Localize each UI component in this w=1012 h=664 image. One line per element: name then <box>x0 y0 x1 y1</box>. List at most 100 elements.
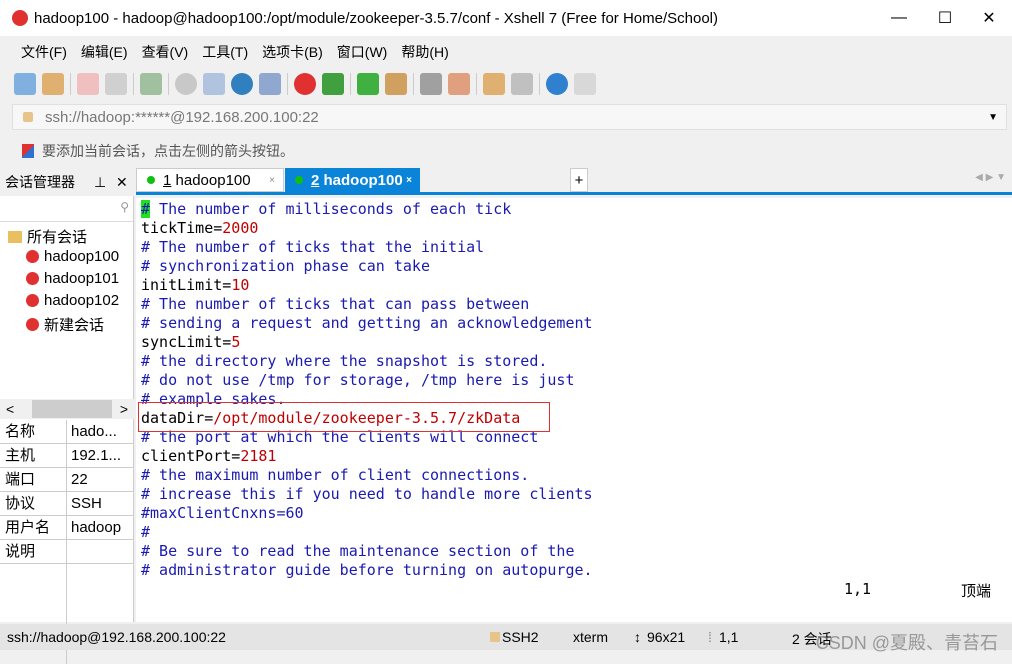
highlight-icon[interactable] <box>448 73 470 95</box>
property-key: 协议 <box>0 492 67 515</box>
terminal-line: # The number of milliseconds of each tic… <box>141 200 511 219</box>
comment-text: #maxClientCnxns=60 <box>141 504 304 522</box>
connect-icon[interactable] <box>77 73 99 95</box>
lock-icon <box>23 112 33 122</box>
tree-item[interactable]: hadoop100 <box>26 248 119 265</box>
divider <box>168 73 169 95</box>
chat-icon[interactable] <box>574 73 596 95</box>
property-row: 协议 SSH <box>0 492 134 516</box>
comment-text: # synchronization phase can take <box>141 257 430 275</box>
tab-session-2[interactable]: 2 hadoop100 × <box>285 168 420 192</box>
bookmark-icon[interactable] <box>22 144 34 158</box>
menu-help[interactable]: 帮助(H) <box>394 40 455 64</box>
config-key: initLimit= <box>141 276 232 294</box>
fullscreen-icon[interactable] <box>357 73 379 95</box>
menu-tools[interactable]: 工具(T) <box>195 40 255 64</box>
add-tab-button[interactable]: + <box>570 168 588 192</box>
address-bar[interactable]: ssh://hadoop:******@192.168.200.100:22 ▼ <box>12 104 1007 130</box>
layout-icon[interactable] <box>511 73 533 95</box>
config-key: clientPort= <box>141 447 241 465</box>
maximize-button[interactable]: ☐ <box>922 0 968 36</box>
status-protocol: SSH2 <box>502 629 539 645</box>
comment-text: # <box>141 523 151 541</box>
help-icon[interactable] <box>546 73 568 95</box>
close-button[interactable]: ✕ <box>966 0 1012 36</box>
horizontal-scrollbar[interactable]: < > <box>0 399 134 419</box>
comment-text: # the directory where the snapshot is st… <box>141 352 548 370</box>
globe-icon[interactable] <box>231 73 253 95</box>
tree-item[interactable]: 新建会话 <box>26 314 104 335</box>
session-manager: ⚲ 所有会话 hadoop100 hadoop101 hadoop102 新建会… <box>0 196 134 664</box>
status-dot-icon <box>147 176 155 184</box>
divider <box>539 73 540 95</box>
tab-session-1[interactable]: 1 hadoop100 × <box>136 168 284 192</box>
property-row: 端口 22 <box>0 468 134 492</box>
divider <box>70 73 71 95</box>
terminal-line: #maxClientCnxns=60 <box>141 504 304 523</box>
tab-navigation[interactable]: ◀ ▶ ▼ <box>975 172 1006 183</box>
property-row: 名称 hado... <box>0 420 134 444</box>
hint-text: 要添加当前会话，点击左侧的箭头按钮。 <box>42 143 294 159</box>
open-folder-icon[interactable] <box>42 73 64 95</box>
menu-edit[interactable]: 编辑(E) <box>74 40 135 64</box>
property-row: 说明 <box>0 540 134 564</box>
terminal-line: syncLimit=5 <box>141 333 240 352</box>
config-value: 2000 <box>222 219 259 237</box>
properties-icon[interactable] <box>140 73 162 95</box>
search-icon[interactable] <box>175 73 197 95</box>
menu-bar: 文件(F) 编辑(E) 查看(V) 工具(T) 选项卡(B) 窗口(W) 帮助(… <box>0 40 456 64</box>
property-key: 名称 <box>0 420 67 443</box>
status-bar: ssh://hadoop@192.168.200.100:22 SSH2 xte… <box>0 624 1012 653</box>
comment-text: The number of milliseconds of each tick <box>150 200 512 218</box>
menu-window[interactable]: 窗口(W) <box>330 40 395 64</box>
config-value: 5 <box>231 333 241 351</box>
close-tab-icon[interactable]: × <box>269 175 275 186</box>
tree-item[interactable]: hadoop101 <box>26 270 119 287</box>
cursor-position: 1,1 <box>844 580 872 598</box>
scroll-thumb[interactable] <box>32 400 112 418</box>
scroll-right-icon[interactable]: > <box>120 401 128 417</box>
close-tab-icon[interactable]: × <box>406 175 412 186</box>
session-search-input[interactable]: ⚲ <box>0 196 133 222</box>
terminal[interactable]: # The number of milliseconds of each tic… <box>136 198 1012 622</box>
new-folder-icon[interactable] <box>483 73 505 95</box>
search-icon[interactable]: ⚲ <box>120 200 129 214</box>
property-key: 用户名 <box>0 516 67 539</box>
chevron-down-icon[interactable]: ▼ <box>988 112 998 123</box>
transfer-icon[interactable] <box>203 73 225 95</box>
close-icon[interactable]: ✕ <box>116 174 128 191</box>
folder-icon <box>8 230 22 243</box>
property-key: 说明 <box>0 540 67 563</box>
divider <box>350 73 351 95</box>
title-bar: hadoop100 - hadoop@hadoop100:/opt/module… <box>0 0 1012 36</box>
keyboard-icon[interactable] <box>420 73 442 95</box>
disconnect-icon[interactable] <box>105 73 127 95</box>
address-input[interactable]: ssh://hadoop:******@192.168.200.100:22 <box>45 109 319 126</box>
session-icon <box>26 250 39 263</box>
minimize-button[interactable]: — <box>876 0 922 36</box>
xftp-icon[interactable] <box>322 73 344 95</box>
comment-text: # Be sure to read the maintenance sectio… <box>141 542 575 560</box>
terminal-line: # synchronization phase can take <box>141 257 430 276</box>
divider <box>476 73 477 95</box>
scroll-left-icon[interactable]: < <box>6 401 14 417</box>
menu-file[interactable]: 文件(F) <box>14 40 74 64</box>
terminal-line: initLimit=10 <box>141 276 249 295</box>
terminal-line: # the maximum number of client connectio… <box>141 466 529 485</box>
new-session-icon[interactable] <box>14 73 36 95</box>
xshell-icon[interactable] <box>294 73 316 95</box>
tree-item[interactable]: hadoop102 <box>26 292 119 309</box>
font-icon[interactable] <box>259 73 281 95</box>
lock-icon[interactable] <box>385 73 407 95</box>
divider <box>287 73 288 95</box>
menu-view[interactable]: 查看(V) <box>135 40 196 64</box>
tree-root[interactable]: 所有会话 <box>8 226 87 247</box>
tab-bar: 1 hadoop100 × 2 hadoop100 × + ◀ ▶ ▼ <box>136 168 1012 195</box>
pin-icon[interactable]: ⊥ <box>94 174 106 191</box>
property-value: hado... <box>71 423 117 440</box>
terminal-line: clientPort=2181 <box>141 447 276 466</box>
property-value <box>67 540 71 563</box>
property-value: 22 <box>71 471 88 488</box>
menu-tabs[interactable]: 选项卡(B) <box>255 40 330 64</box>
session-hint-bar: 要添加当前会话，点击左侧的箭头按钮。 <box>22 141 294 161</box>
